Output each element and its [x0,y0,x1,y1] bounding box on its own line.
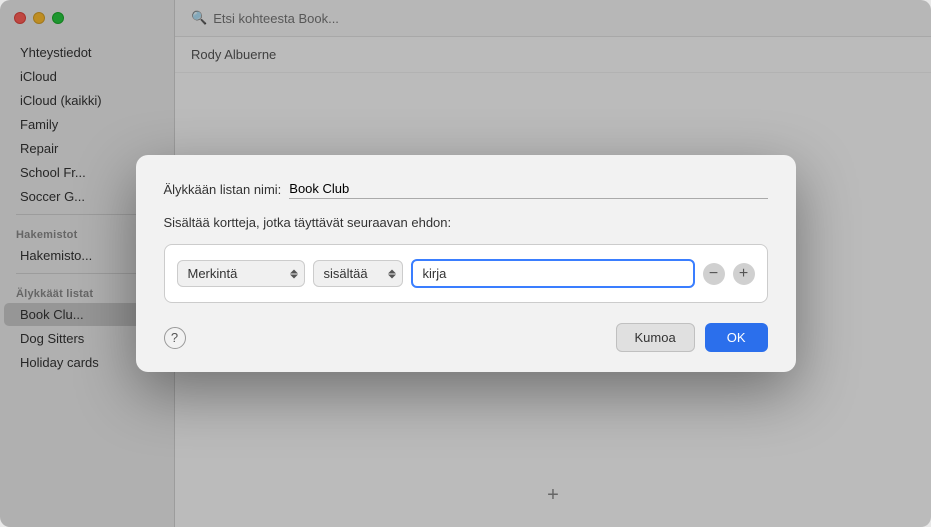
modal-name-row: Älykkään listan nimi: [164,179,768,199]
cancel-button[interactable]: Kumoa [616,323,695,352]
ok-button[interactable]: OK [705,323,768,352]
field-select[interactable]: Merkintä Nimi Sähköposti Puhelinnumero [177,260,305,287]
condition-value-input[interactable] [411,259,695,288]
modal-overlay: Älykkään listan nimi: Sisältää kortteja,… [0,0,931,527]
footer-buttons: Kumoa OK [616,323,768,352]
add-condition-button[interactable]: + [733,263,755,285]
remove-condition-button[interactable]: − [703,263,725,285]
modal-footer: ? Kumoa OK [164,323,768,352]
modal-name-input[interactable] [289,179,767,199]
operator-select[interactable]: sisältää ei sisällä alkaa loppuu [313,260,403,287]
help-button[interactable]: ? [164,327,186,349]
condition-area: Merkintä Nimi Sähköposti Puhelinnumero s… [164,244,768,303]
smart-list-modal: Älykkään listan nimi: Sisältää kortteja,… [136,155,796,372]
field-select-wrapper: Merkintä Nimi Sähköposti Puhelinnumero [177,260,305,287]
modal-subtitle: Sisältää kortteja, jotka täyttävät seura… [164,215,768,230]
modal-title-label: Älykkään listan nimi: [164,182,282,197]
condition-row: Merkintä Nimi Sähköposti Puhelinnumero s… [177,259,755,288]
operator-select-wrapper: sisältää ei sisällä alkaa loppuu [313,260,403,287]
